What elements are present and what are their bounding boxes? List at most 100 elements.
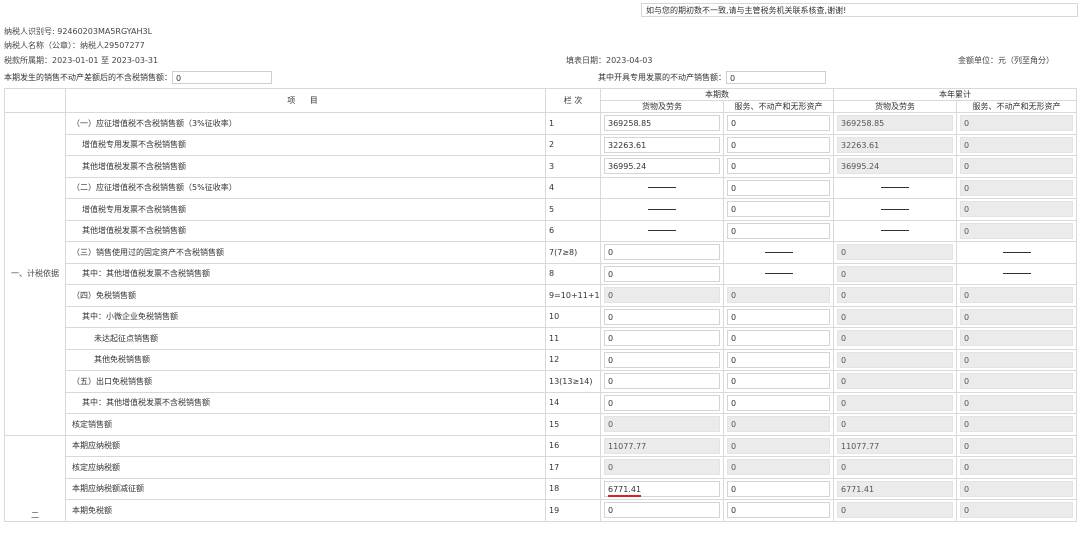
cell-current-goods: 0 xyxy=(600,499,724,522)
cell-ytd-services: 0 xyxy=(956,413,1077,436)
row-label: 其中：其他增值税发票不含税销售额 xyxy=(65,262,546,285)
amount-input[interactable]: 0 xyxy=(727,158,830,175)
amount-input[interactable]: 36995.24 xyxy=(604,158,720,175)
amount-input[interactable]: 0 xyxy=(727,502,830,519)
amount-value: 0 xyxy=(731,334,737,344)
amount-input[interactable]: 0 xyxy=(727,330,830,347)
cell-current-services: 0 xyxy=(723,370,834,393)
amount-readonly: 0 xyxy=(604,287,720,304)
row-label: （一）应征增值税不含税销售额（3%征收率） xyxy=(65,112,546,135)
row-label: （三）销售使用过的固定资产不含税销售额 xyxy=(65,241,546,264)
amount-input[interactable]: 0 xyxy=(727,373,830,390)
amount-input[interactable]: 0 xyxy=(604,502,720,519)
cell-ytd-services: 0 xyxy=(956,391,1077,414)
amount-value: 0 xyxy=(841,420,847,430)
amount-value: 0 xyxy=(608,463,614,473)
amount-input[interactable]: 0 xyxy=(727,351,830,368)
amount-value: 0 xyxy=(964,355,970,365)
amount-value: 0 xyxy=(964,463,970,473)
amount-input[interactable]: 6771.41 xyxy=(604,480,720,497)
amount-readonly: 32263.61 xyxy=(837,136,953,153)
amount-value: 0 xyxy=(731,420,737,430)
amount-value: 0 xyxy=(608,334,614,344)
amount-input[interactable]: 0 xyxy=(604,351,720,368)
amount-value: 0 xyxy=(841,377,847,387)
row-label: 增值税专用发票不含税销售额 xyxy=(65,133,546,156)
dash-mark xyxy=(648,208,676,210)
amount-readonly: 0 xyxy=(960,201,1073,218)
amount-input[interactable]: 0 xyxy=(727,222,830,239)
amount-input[interactable]: 0 xyxy=(727,115,830,132)
real-estate-diff-input[interactable]: 0 xyxy=(172,71,272,84)
cell-ytd-goods xyxy=(833,198,957,221)
amount-input[interactable]: 0 xyxy=(727,394,830,411)
amount-value: 0 xyxy=(608,398,614,408)
amount-input[interactable]: 0 xyxy=(604,373,720,390)
cell-current-goods: 11077.77 xyxy=(600,434,724,457)
amount-input[interactable]: 0 xyxy=(727,480,830,497)
table-row: 本期免税额 19 0 0 0 0 xyxy=(5,499,1077,522)
amount-value: 0 xyxy=(731,484,737,494)
amount-input[interactable]: 0 xyxy=(727,136,830,153)
cell-current-services: 0 xyxy=(723,348,834,371)
row-number: 12 xyxy=(545,348,601,371)
amount-input[interactable]: 369258.85 xyxy=(604,115,720,132)
amount-readonly: 0 xyxy=(837,265,953,282)
cell-ytd-services: 0 xyxy=(956,176,1077,199)
amount-value: 0 xyxy=(964,183,970,193)
amount-readonly: 0 xyxy=(960,373,1073,390)
amount-input[interactable]: 0 xyxy=(604,308,720,325)
amount-readonly: 369258.85 xyxy=(837,115,953,132)
table-row: （三）销售使用过的固定资产不含税销售额 7(7≥8) 0 0 xyxy=(5,241,1077,264)
amount-value: 0 xyxy=(841,291,847,301)
amount-value: 0 xyxy=(841,334,847,344)
amount-input[interactable]: 0 xyxy=(604,265,720,282)
amount-value: 0 xyxy=(841,398,847,408)
amount-value: 0 xyxy=(841,463,847,473)
section-one-label: 一、计税依据 xyxy=(4,112,66,436)
amount-value: 32263.61 xyxy=(841,140,880,150)
amount-value: 369258.85 xyxy=(841,119,885,129)
amount-value: 0 xyxy=(964,162,970,172)
amount-input[interactable]: 0 xyxy=(727,201,830,218)
amount-value: 0 xyxy=(731,291,737,301)
amount-input[interactable]: 0 xyxy=(727,308,830,325)
amount-readonly: 0 xyxy=(837,244,953,261)
fill-date: 填表日期：2023-04-03 xyxy=(566,56,653,65)
amount-input[interactable]: 0 xyxy=(604,330,720,347)
cell-ytd-services: 0 xyxy=(956,198,1077,221)
header-blank xyxy=(4,88,66,113)
row-number: 3 xyxy=(545,155,601,178)
cell-current-services: 0 xyxy=(723,413,834,436)
cell-ytd-services: 0 xyxy=(956,456,1077,479)
amount-input[interactable]: 0 xyxy=(604,244,720,261)
cell-ytd-services: 0 xyxy=(956,112,1077,135)
row-number: 18 xyxy=(545,477,601,500)
cell-current-services: 0 xyxy=(723,176,834,199)
notice-banner: 如与您的期初数不一致,请与主管税务机关联系核查,谢谢! xyxy=(641,3,1078,17)
amount-input[interactable]: 32263.61 xyxy=(604,136,720,153)
header-ytd-services: 服务、不动产和无形资产 xyxy=(956,100,1077,113)
amount-readonly: 0 xyxy=(837,394,953,411)
row-label: 增值税专用发票不含税销售额 xyxy=(65,198,546,221)
amount-value: 0 xyxy=(964,119,970,129)
real-estate-special-input[interactable]: 0 xyxy=(726,71,826,84)
amount-readonly: 0 xyxy=(960,502,1073,519)
row-label: 本期应纳税额减征额 xyxy=(65,477,546,500)
cell-ytd-goods: 0 xyxy=(833,499,957,522)
amount-input[interactable]: 0 xyxy=(604,394,720,411)
row-number: 2 xyxy=(545,133,601,156)
cell-ytd-goods: 32263.61 xyxy=(833,133,957,156)
cell-current-goods: 6771.41 xyxy=(600,477,724,500)
amount-value: 0 xyxy=(731,506,737,516)
cell-current-goods: 32263.61 xyxy=(600,133,724,156)
dash-mark xyxy=(881,187,909,189)
amount-readonly: 0 xyxy=(960,136,1073,153)
cell-current-goods: 0 xyxy=(600,241,724,264)
cell-current-services: 0 xyxy=(723,133,834,156)
cell-ytd-goods: 0 xyxy=(833,305,957,328)
row-label: 本期免税额 xyxy=(65,499,546,522)
amount-input[interactable]: 0 xyxy=(727,179,830,196)
amount-value: 0 xyxy=(731,205,737,215)
amount-readonly: 11077.77 xyxy=(604,437,720,454)
